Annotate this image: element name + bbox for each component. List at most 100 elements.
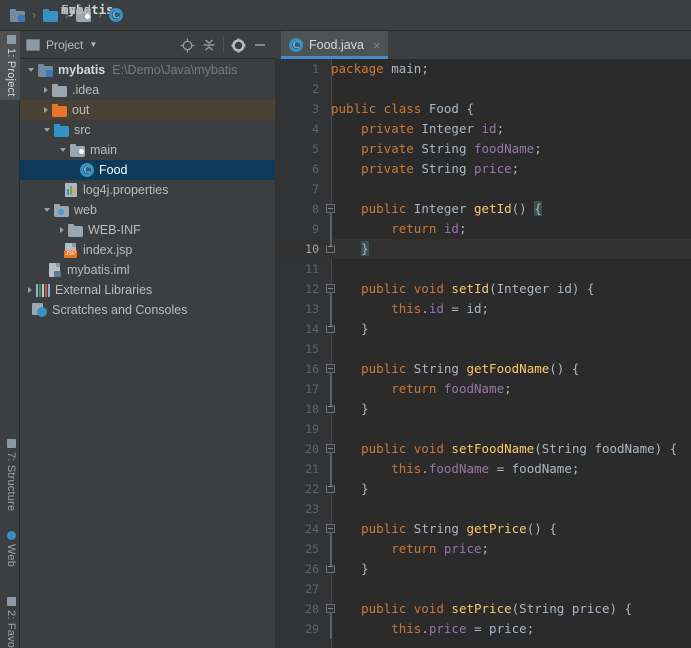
collapse-all-icon[interactable] xyxy=(198,34,220,56)
tree-item-label: src xyxy=(74,123,91,137)
code-token: Food xyxy=(428,101,467,116)
breadcrumb-separator: › xyxy=(32,8,36,22)
breadcrumb-item-src[interactable]: src xyxy=(41,0,84,31)
code-token: getPrice xyxy=(466,521,527,536)
project-tree[interactable]: mybatis E:\Demo\Java\mybatis .idea out src ma… xyxy=(20,60,275,648)
code-line[interactable]: 19 xyxy=(275,419,691,439)
structure-icon xyxy=(6,439,16,448)
code-text: public void setId(Integer id) { xyxy=(331,279,594,299)
code-text: private Integer id; xyxy=(331,119,504,139)
line-number: 10 xyxy=(305,242,319,256)
code-token: () { xyxy=(526,521,557,536)
collapse-all-glyph xyxy=(203,39,215,51)
locate-target-icon[interactable] xyxy=(176,34,198,56)
tree-item-src[interactable]: src xyxy=(20,120,275,140)
code-line[interactable]: 26 } xyxy=(275,559,691,579)
code-line[interactable]: 16 public String getFoodName() { xyxy=(275,359,691,379)
folder-orange-icon xyxy=(52,103,67,117)
code-token: } xyxy=(331,481,369,496)
sidebar-item-structure[interactable]: 7: Structure xyxy=(0,435,20,515)
sidebar-item-project[interactable]: 1: Project xyxy=(0,31,20,101)
code-token: ; xyxy=(504,381,512,396)
tree-item-food[interactable]: C Food xyxy=(20,160,275,180)
code-line[interactable]: 18 } xyxy=(275,399,691,419)
code-line[interactable]: 10 } xyxy=(275,239,691,259)
folder-blue-icon xyxy=(54,123,69,137)
code-token: private xyxy=(331,121,422,136)
code-line[interactable]: 8 public Integer getId() { xyxy=(275,199,691,219)
code-line[interactable]: 20 public void setFoodName(String foodNa… xyxy=(275,439,691,459)
code-line[interactable]: 5 private String foodName; xyxy=(275,139,691,159)
sidebar-item-favorites[interactable]: 2: Favorites xyxy=(0,593,20,648)
code-line[interactable]: 25 return price; xyxy=(275,539,691,559)
line-number: 18 xyxy=(305,402,319,416)
left-tool-window-bar: 1: Project 7: Structure Web 2: Favorites xyxy=(0,31,20,648)
code-token: id xyxy=(481,121,497,136)
code-line[interactable]: 7 xyxy=(275,179,691,199)
tree-item-web-inf[interactable]: WEB-INF xyxy=(20,220,275,240)
sidebar-item-label: 1: Project xyxy=(5,48,17,97)
chevron-right-icon[interactable] xyxy=(44,107,48,113)
code-line[interactable]: 15 xyxy=(275,339,691,359)
close-icon[interactable]: × xyxy=(373,38,381,53)
sidebar-item-web[interactable]: Web xyxy=(0,527,20,571)
code-token: setFoodName xyxy=(451,441,535,456)
chevron-right-icon[interactable] xyxy=(60,227,64,233)
minimize-icon[interactable] xyxy=(249,34,271,56)
tree-item-mybatis-iml[interactable]: mybatis.iml xyxy=(20,260,275,280)
code-line[interactable]: 9 return id; xyxy=(275,219,691,239)
code-lines[interactable]: 1 package main; 2 3 public class Food {4 pri… xyxy=(275,59,691,639)
code-line[interactable]: 2 xyxy=(275,79,691,99)
code-token: String xyxy=(413,361,467,376)
breadcrumb-item-mybatis[interactable]: mybatis xyxy=(8,0,114,31)
tree-item-scratches-and-consoles[interactable]: Scratches and Consoles xyxy=(20,300,275,320)
tree-item-external-libraries[interactable]: External Libraries xyxy=(20,280,275,300)
code-line[interactable]: 24 public String getPrice() { xyxy=(275,519,691,539)
chevron-down-icon[interactable] xyxy=(44,128,50,132)
tab-food-java[interactable]: C Food.java × xyxy=(281,31,388,59)
code-line[interactable]: 23 xyxy=(275,499,691,519)
code-line[interactable]: 17 return foodName; xyxy=(275,379,691,399)
chevron-down-icon[interactable]: ▼ xyxy=(89,40,97,49)
code-line[interactable]: 11 xyxy=(275,259,691,279)
code-line[interactable]: 6 private String price; xyxy=(275,159,691,179)
code-token: { xyxy=(534,201,542,216)
code-text: private String price; xyxy=(331,159,519,179)
code-line[interactable]: 14 } xyxy=(275,319,691,339)
code-line[interactable]: 12 public void setId(Integer id) { xyxy=(275,279,691,299)
tree-item-log4j-properties[interactable]: log4j.properties xyxy=(20,180,275,200)
chevron-down-icon[interactable] xyxy=(28,68,34,72)
code-line[interactable]: 4 private Integer id; xyxy=(275,119,691,139)
code-token: { xyxy=(466,101,475,116)
code-line[interactable]: 29 this.price = price; xyxy=(275,619,691,639)
chevron-right-icon[interactable] xyxy=(28,287,32,293)
code-token: foodName xyxy=(443,381,505,396)
code-viewport[interactable]: 1 package main; 2 3 public class Food {4 pri… xyxy=(275,59,691,648)
folder-grey-icon xyxy=(52,83,67,97)
code-token: id xyxy=(556,281,572,296)
code-line[interactable]: 1 package main; xyxy=(275,59,691,79)
gear-icon[interactable] xyxy=(227,34,249,56)
tree-item-label: log4j.properties xyxy=(83,183,169,197)
chevron-down-icon[interactable] xyxy=(44,208,50,212)
tree-item-mybatis[interactable]: mybatis E:\Demo\Java\mybatis xyxy=(20,60,275,80)
tree-item-main[interactable]: main xyxy=(20,140,275,160)
code-line[interactable]: 3 public class Food { xyxy=(275,99,691,119)
code-token: } xyxy=(331,321,369,336)
tree-item-index-jsp[interactable]: JSP index.jsp xyxy=(20,240,275,260)
code-token: foodName xyxy=(428,461,490,476)
tree-item-out[interactable]: out xyxy=(20,100,275,120)
code-token: setId xyxy=(451,281,490,296)
code-line[interactable]: 21 this.foodName = foodName; xyxy=(275,459,691,479)
code-line[interactable]: 13 this.id = id; xyxy=(275,299,691,319)
module-icon xyxy=(38,63,53,77)
chevron-right-icon[interactable] xyxy=(44,87,48,93)
code-token: String xyxy=(541,441,595,456)
chevron-down-icon[interactable] xyxy=(60,148,66,152)
code-line[interactable]: 27 xyxy=(275,579,691,599)
code-line[interactable]: 28 public void setPrice(String price) { xyxy=(275,599,691,619)
tree-item-web[interactable]: web xyxy=(20,200,275,220)
code-line[interactable]: 22 } xyxy=(275,479,691,499)
sidebar-item-label: 7: Structure xyxy=(5,452,17,512)
tree-item-idea[interactable]: .idea xyxy=(20,80,275,100)
